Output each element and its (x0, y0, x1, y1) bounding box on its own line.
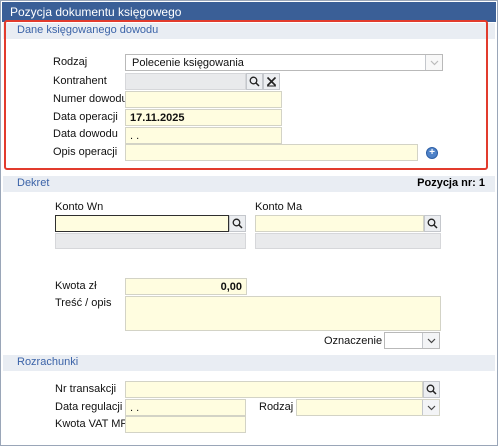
data-dowodu-label: Data dowodu (53, 128, 118, 140)
tresc-label: Treść / opis (55, 297, 112, 309)
oznaczenie-label: Oznaczenie (324, 335, 383, 347)
chevron-down-icon[interactable] (422, 400, 439, 415)
section-dane-header: Dane księgowanego dowodu (3, 23, 495, 39)
oznaczenie-select[interactable] (384, 332, 440, 349)
data-operacji-field[interactable]: 17.11.2025 (125, 109, 282, 126)
window-title: Pozycja dokumentu księgowego (2, 2, 496, 22)
kwota-vat-label: Kwota VAT MPP (55, 418, 136, 430)
search-icon (249, 76, 260, 87)
konto-ma-search-button[interactable] (424, 215, 441, 232)
data-operacji-label: Data operacji (53, 111, 118, 123)
rozrachunki-rodzaj-select[interactable] (296, 399, 440, 416)
konto-ma-description (255, 233, 441, 249)
rodzaj-select-value: Polecenie księgowania (132, 57, 244, 69)
konto-wn-search-button[interactable] (229, 215, 246, 232)
section-rozrachunki-header: Rozrachunki (3, 355, 495, 371)
section-dane-title: Dane księgowanego dowodu (17, 24, 159, 36)
rozrachunki-rodzaj-label: Rodzaj (259, 401, 294, 413)
search-icon (426, 384, 437, 395)
numer-dowodu-label: Numer dowodu (53, 93, 128, 105)
konto-wn-description (55, 233, 246, 249)
konto-ma-label: Konto Ma (255, 201, 303, 213)
rodzaj-label: Rodzaj (53, 56, 88, 68)
kwota-field[interactable]: 0,00 (125, 278, 247, 295)
tresc-field[interactable] (125, 296, 441, 331)
opis-operacji-field[interactable] (125, 144, 418, 161)
kwota-vat-field[interactable] (125, 416, 246, 433)
nr-transakcji-label: Nr transakcji (55, 383, 117, 395)
data-regulacji-label: Data regulacji (55, 401, 123, 413)
nr-transakcji-field[interactable] (125, 381, 423, 398)
section-rozrachunki-title: Rozrachunki (17, 356, 79, 368)
pozycja-nr: Pozycja nr: 1 (417, 177, 485, 189)
dialog-window: Pozycja dokumentu księgowego Dane księgo… (0, 0, 498, 446)
numer-dowodu-field[interactable] (125, 91, 282, 108)
search-icon (427, 218, 438, 229)
section-dekret-header: Dekret Pozycja nr: 1 (3, 176, 495, 192)
kontrahent-label: Kontrahent (53, 75, 107, 87)
search-icon (232, 218, 243, 229)
konto-wn-field[interactable] (55, 215, 229, 232)
data-dowodu-field[interactable]: . . (125, 127, 282, 144)
nr-transakcji-search-button[interactable] (423, 381, 440, 398)
chevron-down-icon[interactable] (422, 333, 439, 348)
opis-operacji-label: Opis operacji (53, 146, 118, 158)
kontrahent-field[interactable] (125, 73, 246, 90)
clear-icon (266, 76, 277, 87)
kontrahent-search-button[interactable] (246, 73, 263, 90)
rodzaj-select[interactable]: Polecenie księgowania (125, 54, 443, 71)
section-dekret-title: Dekret (17, 177, 50, 189)
kwota-label: Kwota zł (55, 280, 97, 292)
konto-ma-field[interactable] (255, 215, 424, 232)
chevron-down-icon[interactable] (425, 55, 442, 70)
data-regulacji-field[interactable]: . . (125, 399, 246, 416)
plus-circle-icon[interactable]: + (426, 147, 438, 159)
konto-wn-label: Konto Wn (55, 201, 104, 213)
kontrahent-clear-button[interactable] (263, 73, 280, 90)
